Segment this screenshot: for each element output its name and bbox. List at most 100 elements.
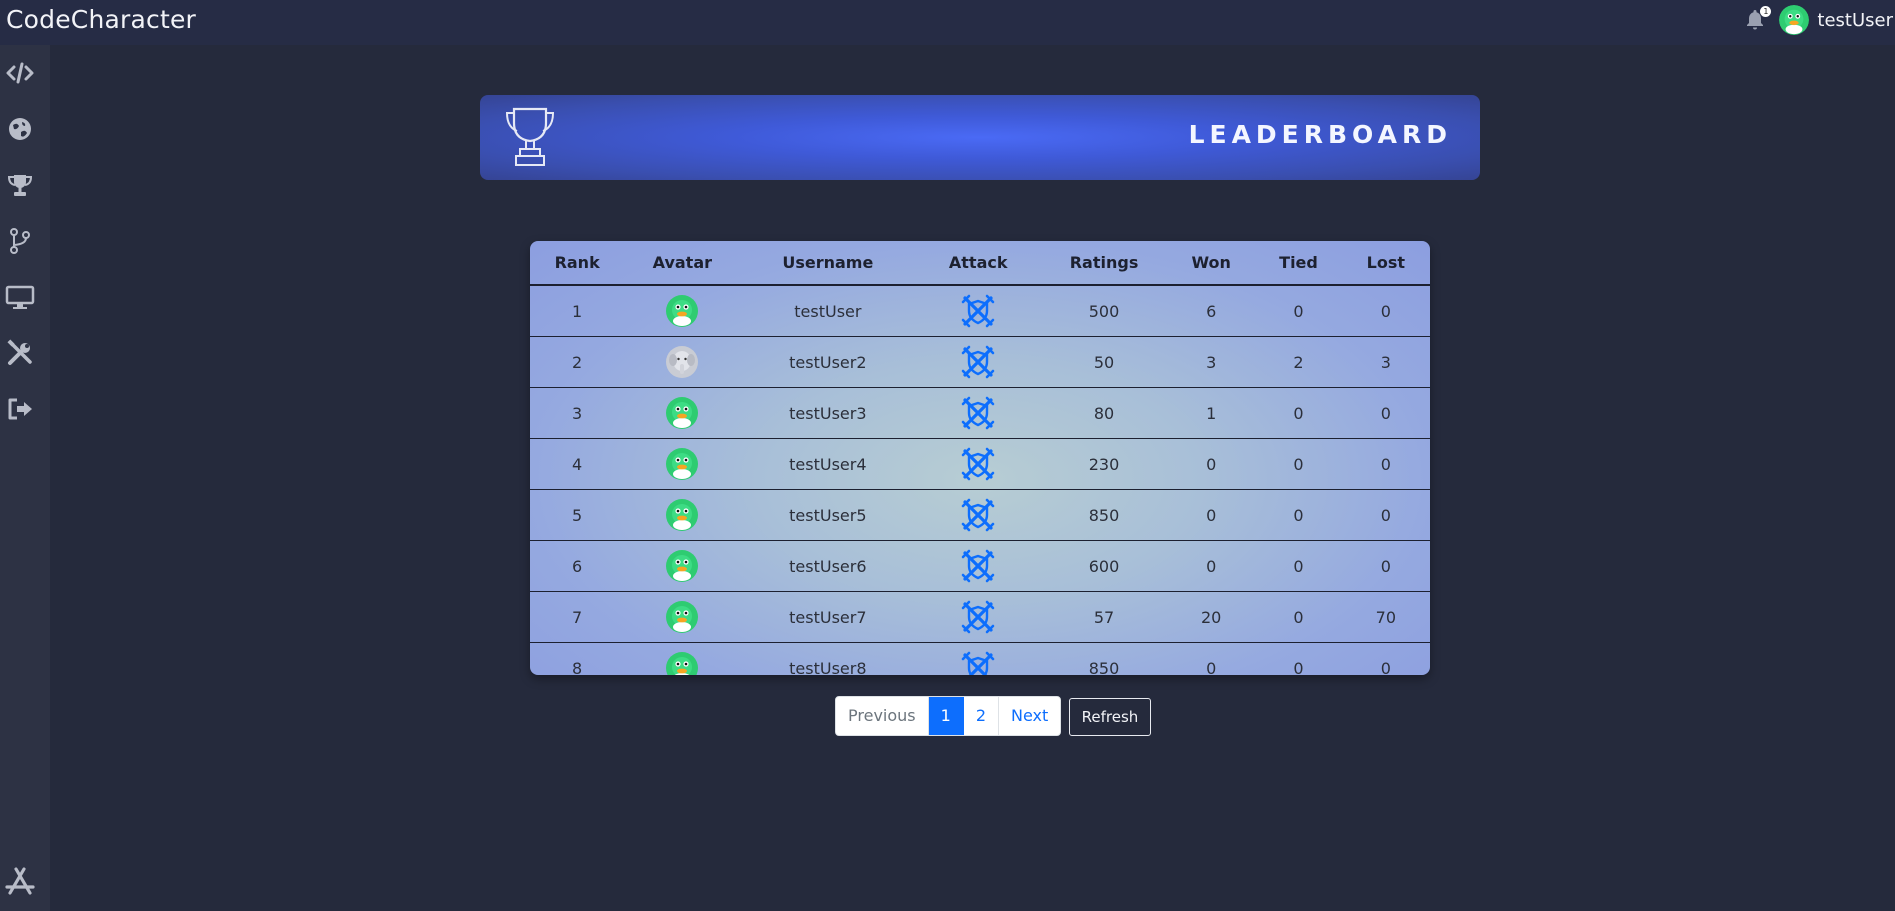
attack-cell (915, 336, 1042, 388)
pagination-page-2[interactable]: 2 (963, 697, 999, 735)
attack-cell (915, 285, 1042, 337)
user-area: 1 testUser (1743, 0, 1895, 40)
attack-button[interactable] (961, 447, 995, 481)
table-row: 4 testUser4 230 0 0 0 (530, 438, 1430, 490)
sidebar-item-globe[interactable] (5, 114, 35, 144)
app-title[interactable]: CodeCharacter (6, 5, 196, 34)
sidebar-item-settings[interactable] (5, 338, 35, 368)
attack-icon (961, 651, 995, 675)
attack-button[interactable] (961, 294, 995, 328)
notification-bell[interactable]: 1 (1743, 6, 1772, 32)
tied-cell: 0 (1293, 658, 1304, 676)
attack-cell (915, 591, 1042, 643)
attack-icon (961, 396, 995, 434)
table-row: 8 testUser8 850 0 0 0 (530, 643, 1430, 676)
sidebar-item-code[interactable] (5, 58, 35, 88)
username-cell: testUser7 (740, 591, 916, 643)
pagination-next[interactable]: Next (999, 697, 1061, 735)
tied-cell: 0 (1255, 540, 1342, 592)
tied-cell: 0 (1255, 438, 1342, 490)
avatar-cell (624, 540, 741, 592)
duck-avatar-icon (666, 397, 699, 429)
lost-cell: 70 (1341, 591, 1430, 643)
sidebar-item-dashboard[interactable] (5, 282, 35, 312)
tied-cell: 0 (1255, 591, 1342, 643)
attack-cell (915, 540, 1042, 592)
won-cell: 1 (1167, 387, 1256, 439)
attack-icon (961, 549, 995, 587)
lost-cell: 0 (1380, 658, 1391, 676)
ratings-cell: 50 (1041, 336, 1168, 388)
attack-icon (961, 447, 995, 485)
attack-button[interactable] (961, 498, 995, 532)
attack-icon (961, 345, 995, 383)
avatar-cell (624, 643, 740, 675)
table-row: 3 testUser3 80 1 0 0 (530, 387, 1430, 439)
table-row: 5 testUser5 850 0 0 0 (530, 489, 1430, 541)
column-header-won: Won (1167, 241, 1256, 286)
duck-avatar-icon (666, 601, 699, 633)
column-header-tied: Tied (1255, 241, 1342, 286)
leaderboard-table-container: Rank Avatar Username Attack Ratings Won … (530, 241, 1430, 675)
won-cell: 0 (1167, 540, 1256, 592)
trophy-icon (7, 175, 33, 196)
username-cell: testUser8 (789, 658, 867, 676)
username-cell: testUser (740, 285, 916, 337)
column-header-avatar: Avatar (624, 241, 741, 286)
tied-cell: 2 (1255, 336, 1342, 388)
attack-cell (915, 387, 1042, 439)
ratings-cell: 57 (1041, 591, 1168, 643)
rank-cell: 4 (530, 438, 625, 490)
won-cell: 6 (1167, 285, 1256, 337)
leaderboard-table: Rank Avatar Username Attack Ratings Won … (530, 241, 1430, 675)
column-header-username: Username (740, 241, 916, 286)
rank-cell: 5 (530, 489, 625, 541)
attack-cell (915, 489, 1042, 541)
pagination-previous[interactable]: Previous (836, 697, 929, 735)
sidebar-footer-app[interactable] (4, 865, 36, 897)
username-cell: testUser6 (740, 540, 916, 592)
won-cell: 3 (1167, 336, 1256, 388)
leaderboard-banner: LEADERBOARD (480, 95, 1480, 180)
duck-avatar-icon (666, 295, 699, 327)
avatar-cell (624, 387, 741, 439)
tied-cell: 0 (1255, 387, 1342, 439)
attack-button[interactable] (961, 345, 995, 379)
page-title: LEADERBOARD (1188, 120, 1452, 149)
attack-button[interactable] (961, 549, 995, 583)
rank-cell: 2 (530, 336, 625, 388)
username-label[interactable]: testUser (1817, 10, 1893, 31)
avatar-cell (624, 336, 741, 388)
refresh-button[interactable]: Refresh (1069, 698, 1151, 736)
username-cell: testUser2 (740, 336, 916, 388)
table-row: 6 testUser6 600 0 0 0 (530, 540, 1430, 592)
won-cell: 0 (1167, 489, 1256, 541)
won-cell: 0 (1167, 438, 1256, 490)
pagination: Previous 1 2 Next (835, 696, 1062, 736)
attack-cell (915, 438, 1042, 490)
column-header-rank: Rank (530, 241, 625, 286)
won-cell: 0 (1206, 658, 1217, 676)
notification-count-badge: 1 (1760, 6, 1772, 17)
ratings-cell: 80 (1041, 387, 1168, 439)
monitor-icon (5, 285, 35, 309)
attack-button[interactable] (961, 651, 995, 675)
sidebar-item-history[interactable] (5, 226, 35, 256)
attack-button[interactable] (961, 600, 995, 634)
rank-cell: 8 (572, 658, 583, 676)
attack-icon (961, 294, 995, 332)
branch-icon (10, 228, 30, 254)
sidebar-item-logout[interactable] (5, 394, 35, 424)
rank-cell: 3 (530, 387, 625, 439)
user-avatar[interactable] (1779, 5, 1810, 35)
logout-icon (8, 398, 32, 420)
attack-button[interactable] (961, 396, 995, 430)
sidebar-item-leaderboard[interactable] (5, 170, 35, 200)
column-header-attack: Attack (915, 241, 1042, 286)
trophy-icon (505, 107, 555, 166)
lost-cell: 0 (1341, 540, 1430, 592)
pagination-page-1[interactable]: 1 (928, 697, 964, 735)
avatar-cell (624, 285, 741, 337)
elephant-avatar-icon (666, 346, 699, 378)
lost-cell: 0 (1341, 285, 1430, 337)
